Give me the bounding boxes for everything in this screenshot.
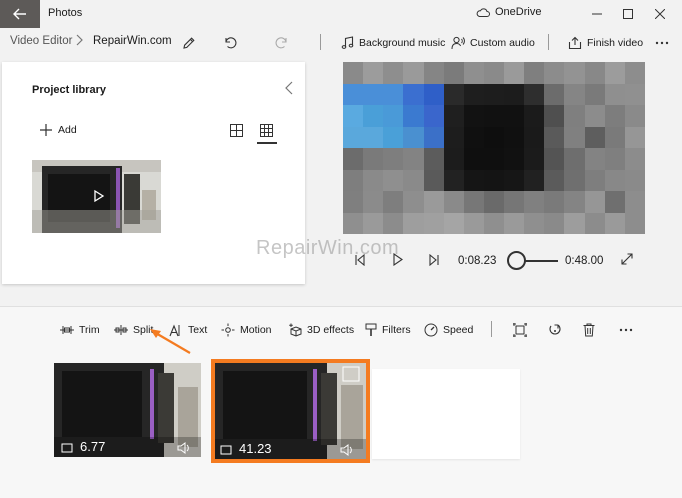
clip-duration: 41.23 xyxy=(239,441,272,456)
step-back-icon[interactable] xyxy=(355,254,365,266)
undo-icon xyxy=(225,37,237,49)
step-forward-icon[interactable] xyxy=(429,254,439,266)
trim-icon xyxy=(60,326,74,334)
undo-button[interactable] xyxy=(219,32,241,54)
video-frame-image xyxy=(32,160,161,233)
title-bar: Photos OneDrive xyxy=(0,0,682,28)
close-icon xyxy=(655,9,665,19)
clip-duration: 6.77 xyxy=(80,439,106,454)
selected-view-indicator xyxy=(257,142,277,144)
trim-label: Trim xyxy=(79,324,100,336)
3d-effects-button[interactable]: 3D effects xyxy=(288,319,354,341)
minimize-icon xyxy=(592,13,602,15)
more-icon xyxy=(619,328,633,332)
resize-button[interactable] xyxy=(513,319,527,341)
clip-frame-image xyxy=(215,363,366,459)
back-button[interactable] xyxy=(0,0,40,28)
export-icon xyxy=(568,36,582,50)
storyboard: Trim Split Text Motion 3D effects Filter… xyxy=(0,306,682,498)
speed-button[interactable]: Speed xyxy=(424,319,473,341)
trash-icon xyxy=(583,323,595,337)
motion-label: Motion xyxy=(240,324,272,336)
rotate-icon xyxy=(549,324,561,335)
trim-button[interactable]: Trim xyxy=(60,319,100,341)
pixelated-video-frame xyxy=(343,62,645,234)
chevron-right-icon xyxy=(76,34,83,46)
motion-icon xyxy=(221,323,235,337)
clip-frame-image xyxy=(54,363,201,457)
storyboard-divider xyxy=(491,321,492,337)
video-preview[interactable] xyxy=(343,62,645,234)
seek-slider-thumb[interactable] xyxy=(507,251,526,270)
storyboard-clip-1[interactable]: 6.77 xyxy=(54,363,201,457)
person-audio-icon xyxy=(451,36,465,50)
motion-button[interactable]: Motion xyxy=(221,319,272,341)
toolbar-divider xyxy=(548,34,549,50)
3d-effects-label: 3D effects xyxy=(307,324,355,336)
grid-large-view-icon[interactable] xyxy=(260,124,273,137)
speedometer-icon xyxy=(424,323,438,337)
project-name: RepairWin.com xyxy=(93,35,172,47)
music-note-icon xyxy=(341,36,354,49)
storyboard-empty-slot[interactable] xyxy=(372,369,520,459)
delete-button[interactable] xyxy=(583,319,595,341)
library-title: Project library xyxy=(32,84,106,96)
annotation-arrow xyxy=(150,329,191,354)
add-media-button[interactable]: Add xyxy=(40,124,77,136)
grid-small-view-icon[interactable] xyxy=(230,124,243,137)
more-icon xyxy=(655,41,669,45)
filters-label: Filters xyxy=(382,324,411,336)
crop-resize-icon xyxy=(513,323,527,337)
rename-button[interactable] xyxy=(178,32,200,54)
pencil-icon xyxy=(183,37,195,49)
cloud-icon xyxy=(476,7,490,17)
breadcrumb-video-editor[interactable]: Video Editor xyxy=(10,35,72,47)
filters-button[interactable]: Filters xyxy=(365,319,411,341)
background-music-button[interactable]: Background music xyxy=(341,32,445,54)
split-icon xyxy=(114,325,128,335)
finish-video-label: Finish video xyxy=(587,37,644,49)
close-button[interactable] xyxy=(645,0,675,28)
fullscreen-icon[interactable] xyxy=(621,253,633,265)
back-arrow-icon xyxy=(13,8,26,20)
maximize-icon xyxy=(623,9,633,19)
onedrive-label: OneDrive xyxy=(495,6,542,18)
editor-toolbar: Video Editor RepairWin.com Background mu… xyxy=(0,28,682,58)
custom-audio-button[interactable]: Custom audio xyxy=(451,32,535,54)
custom-audio-label: Custom audio xyxy=(470,37,535,49)
storyboard-more-button[interactable] xyxy=(619,319,633,341)
total-time: 0:48.00 xyxy=(565,255,604,267)
background-music-label: Background music xyxy=(359,37,446,49)
sparkle-cube-icon xyxy=(289,323,302,337)
redo-icon xyxy=(275,37,287,49)
current-time: 0:08.23 xyxy=(458,255,497,267)
play-icon[interactable] xyxy=(393,253,403,266)
toolbar-divider xyxy=(320,34,321,50)
rotate-button[interactable] xyxy=(548,319,562,341)
more-options-button[interactable] xyxy=(651,32,673,54)
onedrive-status[interactable]: OneDrive xyxy=(476,6,541,18)
add-label: Add xyxy=(58,124,77,136)
app-title: Photos xyxy=(48,7,83,19)
filter-brush-icon xyxy=(365,323,377,336)
finish-video-button[interactable]: Finish video xyxy=(568,32,643,54)
library-video-thumbnail[interactable] xyxy=(32,160,161,233)
storyboard-clip-2-selected[interactable]: 41.23 xyxy=(211,359,370,463)
minimize-button[interactable] xyxy=(582,0,612,28)
maximize-button[interactable] xyxy=(613,0,643,28)
redo-button[interactable] xyxy=(271,32,293,54)
watermark-text: RepairWin.com xyxy=(256,237,400,259)
speed-label: Speed xyxy=(443,324,474,336)
plus-icon xyxy=(40,124,52,136)
chevron-left-icon[interactable] xyxy=(285,81,293,95)
